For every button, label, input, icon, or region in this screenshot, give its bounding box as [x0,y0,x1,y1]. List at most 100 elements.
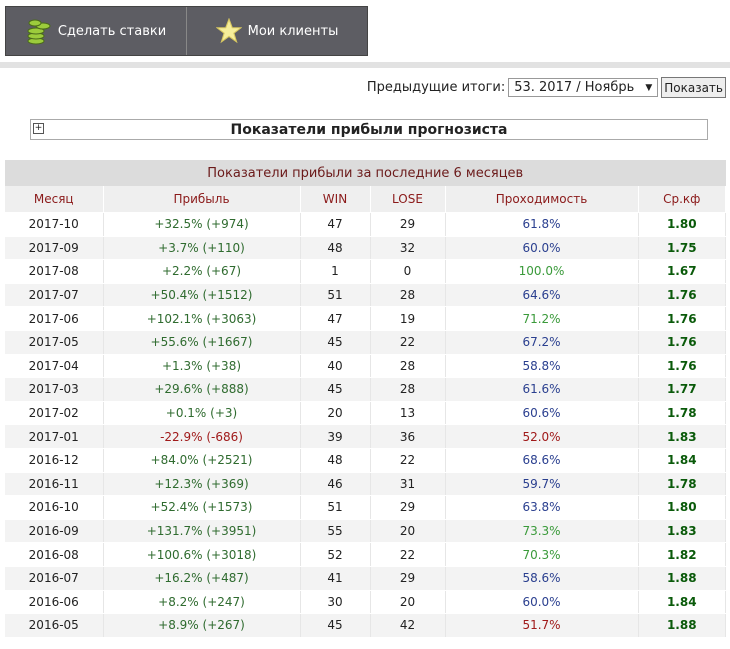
avg-coef-cell: 1.88 [638,613,726,638]
avg-coef-cell: 1.78 [638,472,726,497]
lose-cell: 28 [370,377,446,402]
table-row: 2016-09 +131.7% (+3951) 55 20 73.3% 1.83 [5,519,726,544]
avg-coef-cell: 1.76 [638,306,726,331]
pass-rate-cell: 58.6% [445,566,639,591]
month-cell: 2016-12 [5,448,104,473]
section-title: Показатели прибыли прогнозиста [230,121,508,138]
table-row: 2017-07 +50.4% (+1512) 51 28 64.6% 1.76 [5,283,726,308]
make-bets-label: Сделать ставки [57,23,167,39]
win-cell: 48 [300,236,371,261]
avg-coef-cell: 1.77 [638,377,726,402]
month-cell: 2017-02 [5,401,104,426]
avg-coef-cell: 1.76 [638,330,726,355]
win-cell: 52 [300,542,371,567]
month-cell: 2017-10 [5,212,104,237]
avg-coef-cell: 1.83 [638,424,726,449]
win-cell: 47 [300,212,371,237]
avg-coef-cell: 1.76 [638,283,726,308]
pass-rate-cell: 68.6% [445,448,639,473]
month-cell: 2017-08 [5,259,104,284]
my-clients-label: Мои клиенты [247,23,339,39]
profit-cell: +29.6% (+888) [103,377,301,402]
profit-cell: +16.2% (+487) [103,566,301,591]
pass-rate-cell: 51.7% [445,613,639,638]
table-row: 2017-08 +2.2% (+67) 1 0 100.0% 1.67 [5,259,726,284]
table-row: 2017-03 +29.6% (+888) 45 28 61.6% 1.77 [5,377,726,402]
profit-cell: +52.4% (+1573) [103,495,301,520]
lose-cell: 31 [370,472,446,497]
win-cell: 55 [300,519,371,544]
win-cell: 47 [300,306,371,331]
profit-cell: +3.7% (+110) [103,236,301,261]
show-button[interactable]: Показать [661,77,726,98]
table-row: 2017-05 +55.6% (+1667) 45 22 67.2% 1.76 [5,330,726,355]
profit-cell: +8.2% (+247) [103,590,301,615]
lose-cell: 22 [370,542,446,567]
profit-cell: +1.3% (+38) [103,354,301,379]
lose-cell: 20 [370,590,446,615]
pass-rate-cell: 61.6% [445,377,639,402]
profit-cell: +55.6% (+1667) [103,330,301,355]
win-cell: 41 [300,566,371,591]
win-cell: 45 [300,377,371,402]
month-cell: 2017-04 [5,354,104,379]
pass-rate-cell: 61.8% [445,212,639,237]
pass-rate-cell: 100.0% [445,259,639,284]
table-row: 2017-02 +0.1% (+3) 20 13 60.6% 1.78 [5,401,726,426]
my-clients-button[interactable]: Мои клиенты [187,7,367,55]
avg-coef-cell: 1.83 [638,519,726,544]
pass-rate-cell: 71.2% [445,306,639,331]
pass-rate-cell: 60.0% [445,236,639,261]
win-cell: 40 [300,354,371,379]
col-win: WIN [300,186,371,213]
pass-rate-cell: 58.8% [445,354,639,379]
avg-coef-cell: 1.67 [638,259,726,284]
avg-coef-cell: 1.88 [638,566,726,591]
table-row: 2017-09 +3.7% (+110) 48 32 60.0% 1.75 [5,236,726,261]
table-row: 2016-05 +8.9% (+267) 45 42 51.7% 1.88 [5,613,726,638]
coins-icon [27,19,51,45]
table-row: 2016-10 +52.4% (+1573) 51 29 63.8% 1.80 [5,495,726,520]
period-select-value: 53. 2017 / Ноябрь [514,80,635,95]
month-cell: 2016-09 [5,519,104,544]
profit-cell: +100.6% (+3018) [103,542,301,567]
table-row: 2016-12 +84.0% (+2521) 48 22 68.6% 1.84 [5,448,726,473]
avg-coef-cell: 1.82 [638,542,726,567]
avg-coef-cell: 1.84 [638,590,726,615]
make-bets-button[interactable]: Сделать ставки [6,7,187,55]
month-cell: 2017-01 [5,424,104,449]
profit-cell: +2.2% (+67) [103,259,301,284]
profit-cell: +0.1% (+3) [103,401,301,426]
expand-icon[interactable]: + [33,123,44,134]
month-cell: 2016-08 [5,542,104,567]
month-cell: 2016-07 [5,566,104,591]
table-row: 2016-06 +8.2% (+247) 30 20 60.0% 1.84 [5,590,726,615]
avg-coef-cell: 1.80 [638,495,726,520]
table-title: Показатели прибыли за последние 6 месяце… [5,160,726,186]
profit-table: Показатели прибыли за последние 6 месяце… [5,160,726,638]
lose-cell: 22 [370,448,446,473]
lose-cell: 29 [370,566,446,591]
lose-cell: 19 [370,306,446,331]
top-nav: Сделать ставки Мои клиенты [5,6,368,56]
forecaster-profit-section[interactable]: + Показатели прибыли прогнозиста [30,119,708,140]
pass-rate-cell: 60.6% [445,401,639,426]
profit-cell: +32.5% (+974) [103,212,301,237]
avg-coef-cell: 1.78 [638,401,726,426]
win-cell: 1 [300,259,371,284]
profit-cell: +50.4% (+1512) [103,283,301,308]
month-cell: 2017-06 [5,306,104,331]
win-cell: 45 [300,613,371,638]
month-cell: 2016-06 [5,590,104,615]
month-cell: 2017-05 [5,330,104,355]
chevron-down-icon: ▼ [645,82,653,93]
profit-cell: +84.0% (+2521) [103,448,301,473]
win-cell: 48 [300,448,371,473]
table-row: 2017-04 +1.3% (+38) 40 28 58.8% 1.76 [5,354,726,379]
pass-rate-cell: 64.6% [445,283,639,308]
previous-results: Предыдущие итоги: 53. 2017 / Ноябрь ▼ Пок… [367,77,726,98]
table-row: 2017-06 +102.1% (+3063) 47 19 71.2% 1.76 [5,306,726,331]
profit-cell: -22.9% (-686) [103,424,301,449]
period-select[interactable]: 53. 2017 / Ноябрь ▼ [508,78,659,97]
lose-cell: 13 [370,401,446,426]
